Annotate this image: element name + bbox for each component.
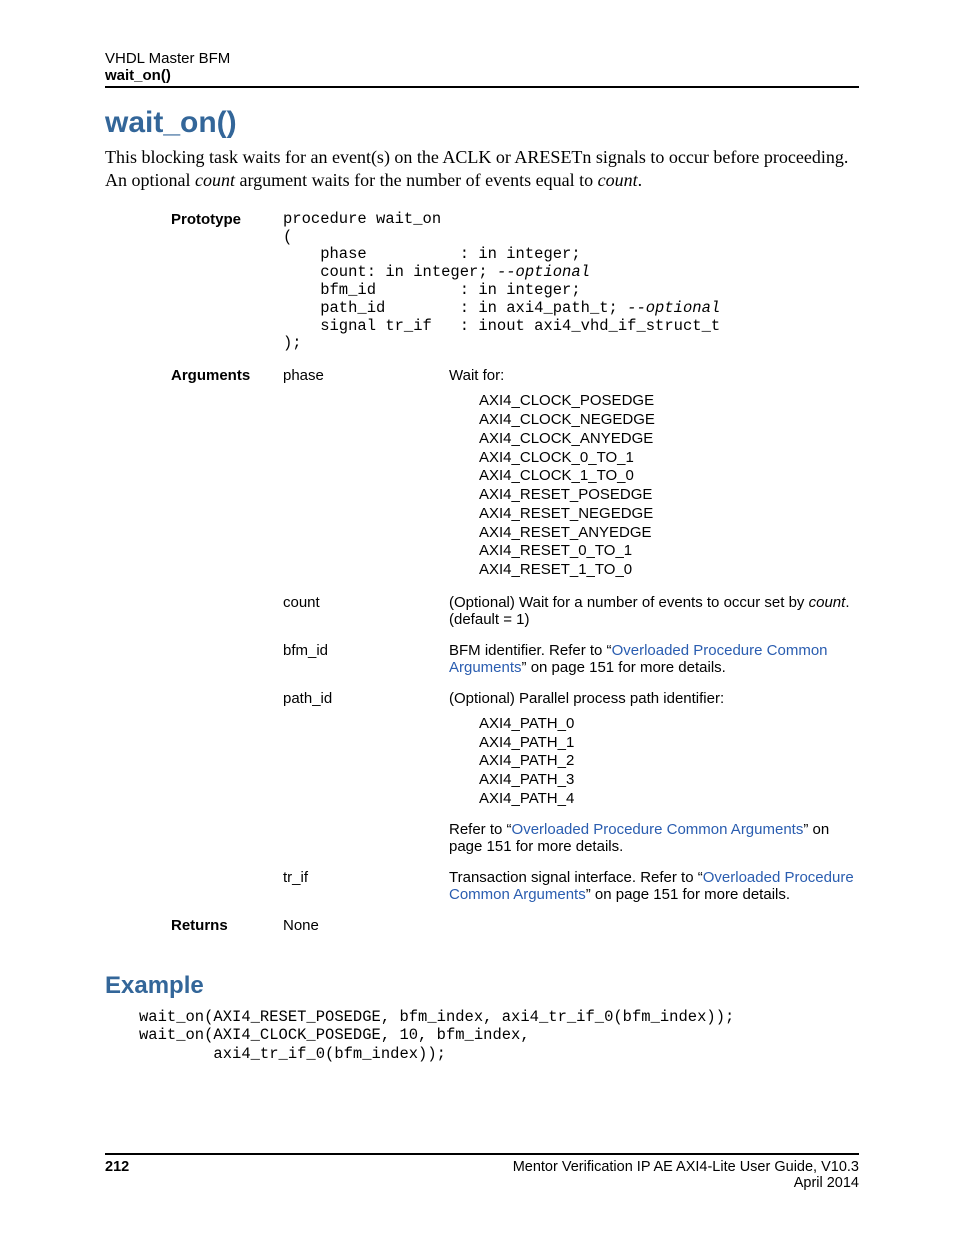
- arg-pathid-postlink[interactable]: Overloaded Procedure Common Arguments: [512, 821, 804, 838]
- intro-mid: argument waits for the number of events …: [235, 170, 598, 190]
- arg-phase-desc: Wait for: AXI4_CLOCK_POSEDGE AXI4_CLOCK_…: [449, 367, 861, 594]
- arg-trif-post: ” on page 151 for more details.: [586, 886, 790, 903]
- enum-item: AXI4_PATH_0: [479, 715, 855, 734]
- arguments-label: Arguments: [171, 367, 283, 594]
- returns-value: None: [283, 917, 861, 948]
- footer-line1: Mentor Verification IP AE AXI4-Lite User…: [513, 1159, 859, 1175]
- intro-em1: count: [195, 170, 235, 190]
- prototype-label: Prototype: [171, 211, 283, 368]
- intro-post: .: [638, 170, 643, 190]
- arg-count-name: count: [283, 594, 449, 642]
- enum-item: AXI4_PATH_2: [479, 752, 855, 771]
- page-title: wait_on(): [105, 106, 859, 140]
- example-code: wait_on(AXI4_RESET_POSEDGE, bfm_index, a…: [139, 1008, 859, 1064]
- intro-em2: count: [598, 170, 638, 190]
- arg-count-pre: (Optional) Wait for a number of events t…: [449, 594, 809, 611]
- enum-item: AXI4_RESET_ANYEDGE: [479, 524, 855, 543]
- footer-line2: April 2014: [513, 1175, 859, 1191]
- prototype-cell: procedure wait_on ( phase : in integer; …: [283, 211, 861, 368]
- proto-l2: (: [283, 228, 292, 246]
- arg-pathid-name: path_id: [283, 690, 449, 869]
- enum-item: AXI4_CLOCK_POSEDGE: [479, 392, 855, 411]
- arg-bfmid-desc: BFM identifier. Refer to “Overloaded Pro…: [449, 642, 861, 690]
- intro-paragraph: This blocking task waits for an event(s)…: [105, 146, 859, 193]
- enum-item: AXI4_RESET_0_TO_1: [479, 542, 855, 561]
- page-number: 212: [105, 1159, 129, 1191]
- arg-trif-pre: Transaction signal interface. Refer to “: [449, 869, 703, 886]
- ex-l2: wait_on(AXI4_CLOCK_POSEDGE, 10, bfm_inde…: [139, 1026, 530, 1044]
- arg-count-desc: (Optional) Wait for a number of events t…: [449, 594, 861, 642]
- running-header: VHDL Master BFM wait_on(): [105, 50, 859, 88]
- prototype-code: procedure wait_on ( phase : in integer; …: [283, 211, 855, 354]
- arg-pathid-refer: Refer to “Overloaded Procedure Common Ar…: [449, 821, 855, 855]
- proto-l5: bfm_id : in integer;: [283, 281, 581, 299]
- arg-phase-pre: Wait for:: [449, 367, 504, 384]
- footer-right: Mentor Verification IP AE AXI4-Lite User…: [513, 1159, 859, 1191]
- proto-l7: signal tr_if : inout axi4_vhd_if_struct_…: [283, 317, 720, 335]
- proto-l4b: --optional: [497, 263, 590, 281]
- proto-l3: phase : in integer;: [283, 245, 581, 263]
- arg-trif-desc: Transaction signal interface. Refer to “…: [449, 869, 861, 917]
- arg-count-em: count: [809, 594, 846, 611]
- example-heading: Example: [105, 972, 859, 1000]
- header-line2: wait_on(): [105, 67, 859, 84]
- enum-item: AXI4_CLOCK_1_TO_0: [479, 467, 855, 486]
- page-footer: 212 Mentor Verification IP AE AXI4-Lite …: [105, 1153, 859, 1191]
- arg-phase-enums: AXI4_CLOCK_POSEDGE AXI4_CLOCK_NEGEDGE AX…: [479, 392, 855, 580]
- arg-bfmid-name: bfm_id: [283, 642, 449, 690]
- returns-label: Returns: [171, 917, 283, 948]
- spec-table: Prototype procedure wait_on ( phase : in…: [171, 211, 861, 948]
- enum-item: AXI4_CLOCK_ANYEDGE: [479, 430, 855, 449]
- arg-pathid-postpre: Refer to “: [449, 821, 512, 838]
- enum-item: AXI4_RESET_NEGEDGE: [479, 505, 855, 524]
- ex-l3: axi4_tr_if_0(bfm_index));: [139, 1045, 446, 1063]
- header-line1: VHDL Master BFM: [105, 50, 859, 67]
- ex-l1: wait_on(AXI4_RESET_POSEDGE, bfm_index, a…: [139, 1008, 734, 1026]
- proto-l8: );: [283, 334, 302, 352]
- proto-l4a: count: in integer;: [283, 263, 497, 281]
- arg-pathid-pre: (Optional) Parallel process path identif…: [449, 690, 724, 707]
- enum-item: AXI4_CLOCK_NEGEDGE: [479, 411, 855, 430]
- enum-item: AXI4_PATH_4: [479, 790, 855, 809]
- arg-phase-name: phase: [283, 367, 449, 594]
- enum-item: AXI4_PATH_1: [479, 734, 855, 753]
- enum-item: AXI4_PATH_3: [479, 771, 855, 790]
- enum-item: AXI4_RESET_POSEDGE: [479, 486, 855, 505]
- proto-l1: procedure wait_on: [283, 210, 441, 228]
- enum-item: AXI4_CLOCK_0_TO_1: [479, 449, 855, 468]
- arg-pathid-desc: (Optional) Parallel process path identif…: [449, 690, 861, 869]
- enum-item: AXI4_RESET_1_TO_0: [479, 561, 855, 580]
- arg-trif-name: tr_if: [283, 869, 449, 917]
- arg-pathid-enums: AXI4_PATH_0 AXI4_PATH_1 AXI4_PATH_2 AXI4…: [479, 715, 855, 809]
- proto-l6b: --optional: [627, 299, 720, 317]
- proto-l6a: path_id : in axi4_path_t;: [283, 299, 627, 317]
- arg-bfmid-post: ” on page 151 for more details.: [522, 659, 726, 676]
- arg-bfmid-pre: BFM identifier. Refer to “: [449, 642, 612, 659]
